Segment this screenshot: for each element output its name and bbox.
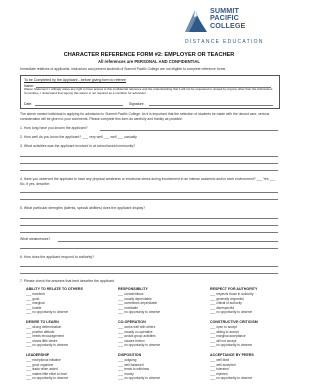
checklist-option[interactable]: ___ moody	[118, 372, 134, 376]
section-title: DISPOSITION	[118, 353, 142, 357]
checklist-option[interactable]: ___ leads when asked	[26, 367, 58, 371]
checklist-option[interactable]: ___ conscientious	[118, 292, 144, 296]
checklist-option[interactable]: ___ works well with others	[118, 325, 155, 329]
section-title: LEADERSHIP	[26, 353, 50, 357]
checklist-option[interactable]: ___ generally respectful	[210, 297, 244, 301]
checklist-option[interactable]: ___ good	[26, 297, 39, 301]
checklist-option[interactable]: ___ shows little desire	[26, 339, 57, 343]
checklist-option[interactable]: ___ no opportunity to observe	[118, 376, 160, 380]
checklist-option[interactable]: ___ makes little effort to lead	[26, 372, 67, 376]
checklist-option[interactable]: ___ no opportunity to observe	[26, 343, 68, 347]
checklist-option[interactable]: ___ causes friction	[118, 339, 145, 343]
checklist-option[interactable]: ___ open to accept	[210, 325, 237, 329]
section-title: ACCEPTANCE BY PEERS	[210, 353, 254, 357]
checklist-option[interactable]: ___ no opportunity to observe	[26, 376, 68, 380]
checklist-option[interactable]: ___ marginal	[26, 301, 44, 305]
checklist-option[interactable]: ___ well balanced	[118, 363, 144, 367]
section-title: CO-OPERATION	[118, 320, 146, 324]
checklist-option[interactable]: ___ hostile	[26, 306, 41, 310]
section-title: RESPONSIBILITY	[118, 287, 148, 291]
checklist-option[interactable]: ___ rejected	[210, 372, 228, 376]
checklist-option[interactable]: ___ usually dependable	[118, 297, 152, 301]
checklist-option[interactable]: ___ usually co-operative	[118, 330, 153, 334]
checklist-option[interactable]: ___ good organizer	[26, 363, 53, 367]
checklist-option[interactable]: ___ exceptional initiative	[26, 358, 61, 362]
checklist-option[interactable]: ___ disrespectful	[210, 306, 234, 310]
checklist-option[interactable]: ___ tends to withdraw	[118, 367, 149, 371]
checklist-option[interactable]: ___ excellent	[26, 292, 45, 296]
checklist-option[interactable]: ___ no opportunity to observe	[210, 343, 252, 347]
checklist-option[interactable]: ___ needs encouragement	[26, 334, 64, 338]
section-title: ABILITY TO RELATE TO OTHERS	[26, 287, 83, 291]
checklist-option[interactable]: ___ sometimes dependable	[118, 301, 157, 305]
section-title: RESPECT FOR AUTHORITY	[210, 287, 258, 291]
checklist-option[interactable]: ___ positive attitude	[26, 330, 54, 334]
checklist-option[interactable]: ___ will not accept	[210, 339, 236, 343]
checklist-option[interactable]: ___ outgoing	[118, 358, 136, 362]
checklist-option[interactable]: ___ willing to accept	[210, 330, 239, 334]
checklist-option[interactable]: ___ marginal acceptance	[210, 334, 246, 338]
checklist-option[interactable]: ___ no opportunity to observe	[26, 310, 68, 314]
trait-checklist: ABILITY TO RELATE TO OTHERS ___ excellent…	[0, 0, 298, 386]
checklist-option[interactable]: ___ no opportunity to observe	[118, 310, 160, 314]
checklist-option[interactable]: ___ avoids group activities	[118, 334, 156, 338]
checklist-option[interactable]: ___ unreliable	[118, 306, 138, 310]
checklist-option[interactable]: ___ well liked	[210, 358, 229, 362]
checklist-option[interactable]: ___ tolerated	[210, 367, 229, 371]
checklist-option[interactable]: ___ respects those in authority	[210, 292, 253, 296]
checklist-option[interactable]: ___ no opportunity to observe	[118, 343, 160, 347]
section-title: CONSTRUCTIVE CRITICISM	[210, 320, 258, 324]
checklist-option[interactable]: ___ no opportunity to observe	[210, 376, 252, 380]
checklist-option[interactable]: ___ strong determination	[26, 325, 61, 329]
section-title: DESIRE TO LEARN	[26, 320, 59, 324]
checklist-option[interactable]: ___ critical of authority	[210, 301, 242, 305]
checklist-option[interactable]: ___ well accepted	[210, 363, 236, 367]
checklist-option[interactable]: ___ no opportunity to observe	[210, 310, 252, 314]
